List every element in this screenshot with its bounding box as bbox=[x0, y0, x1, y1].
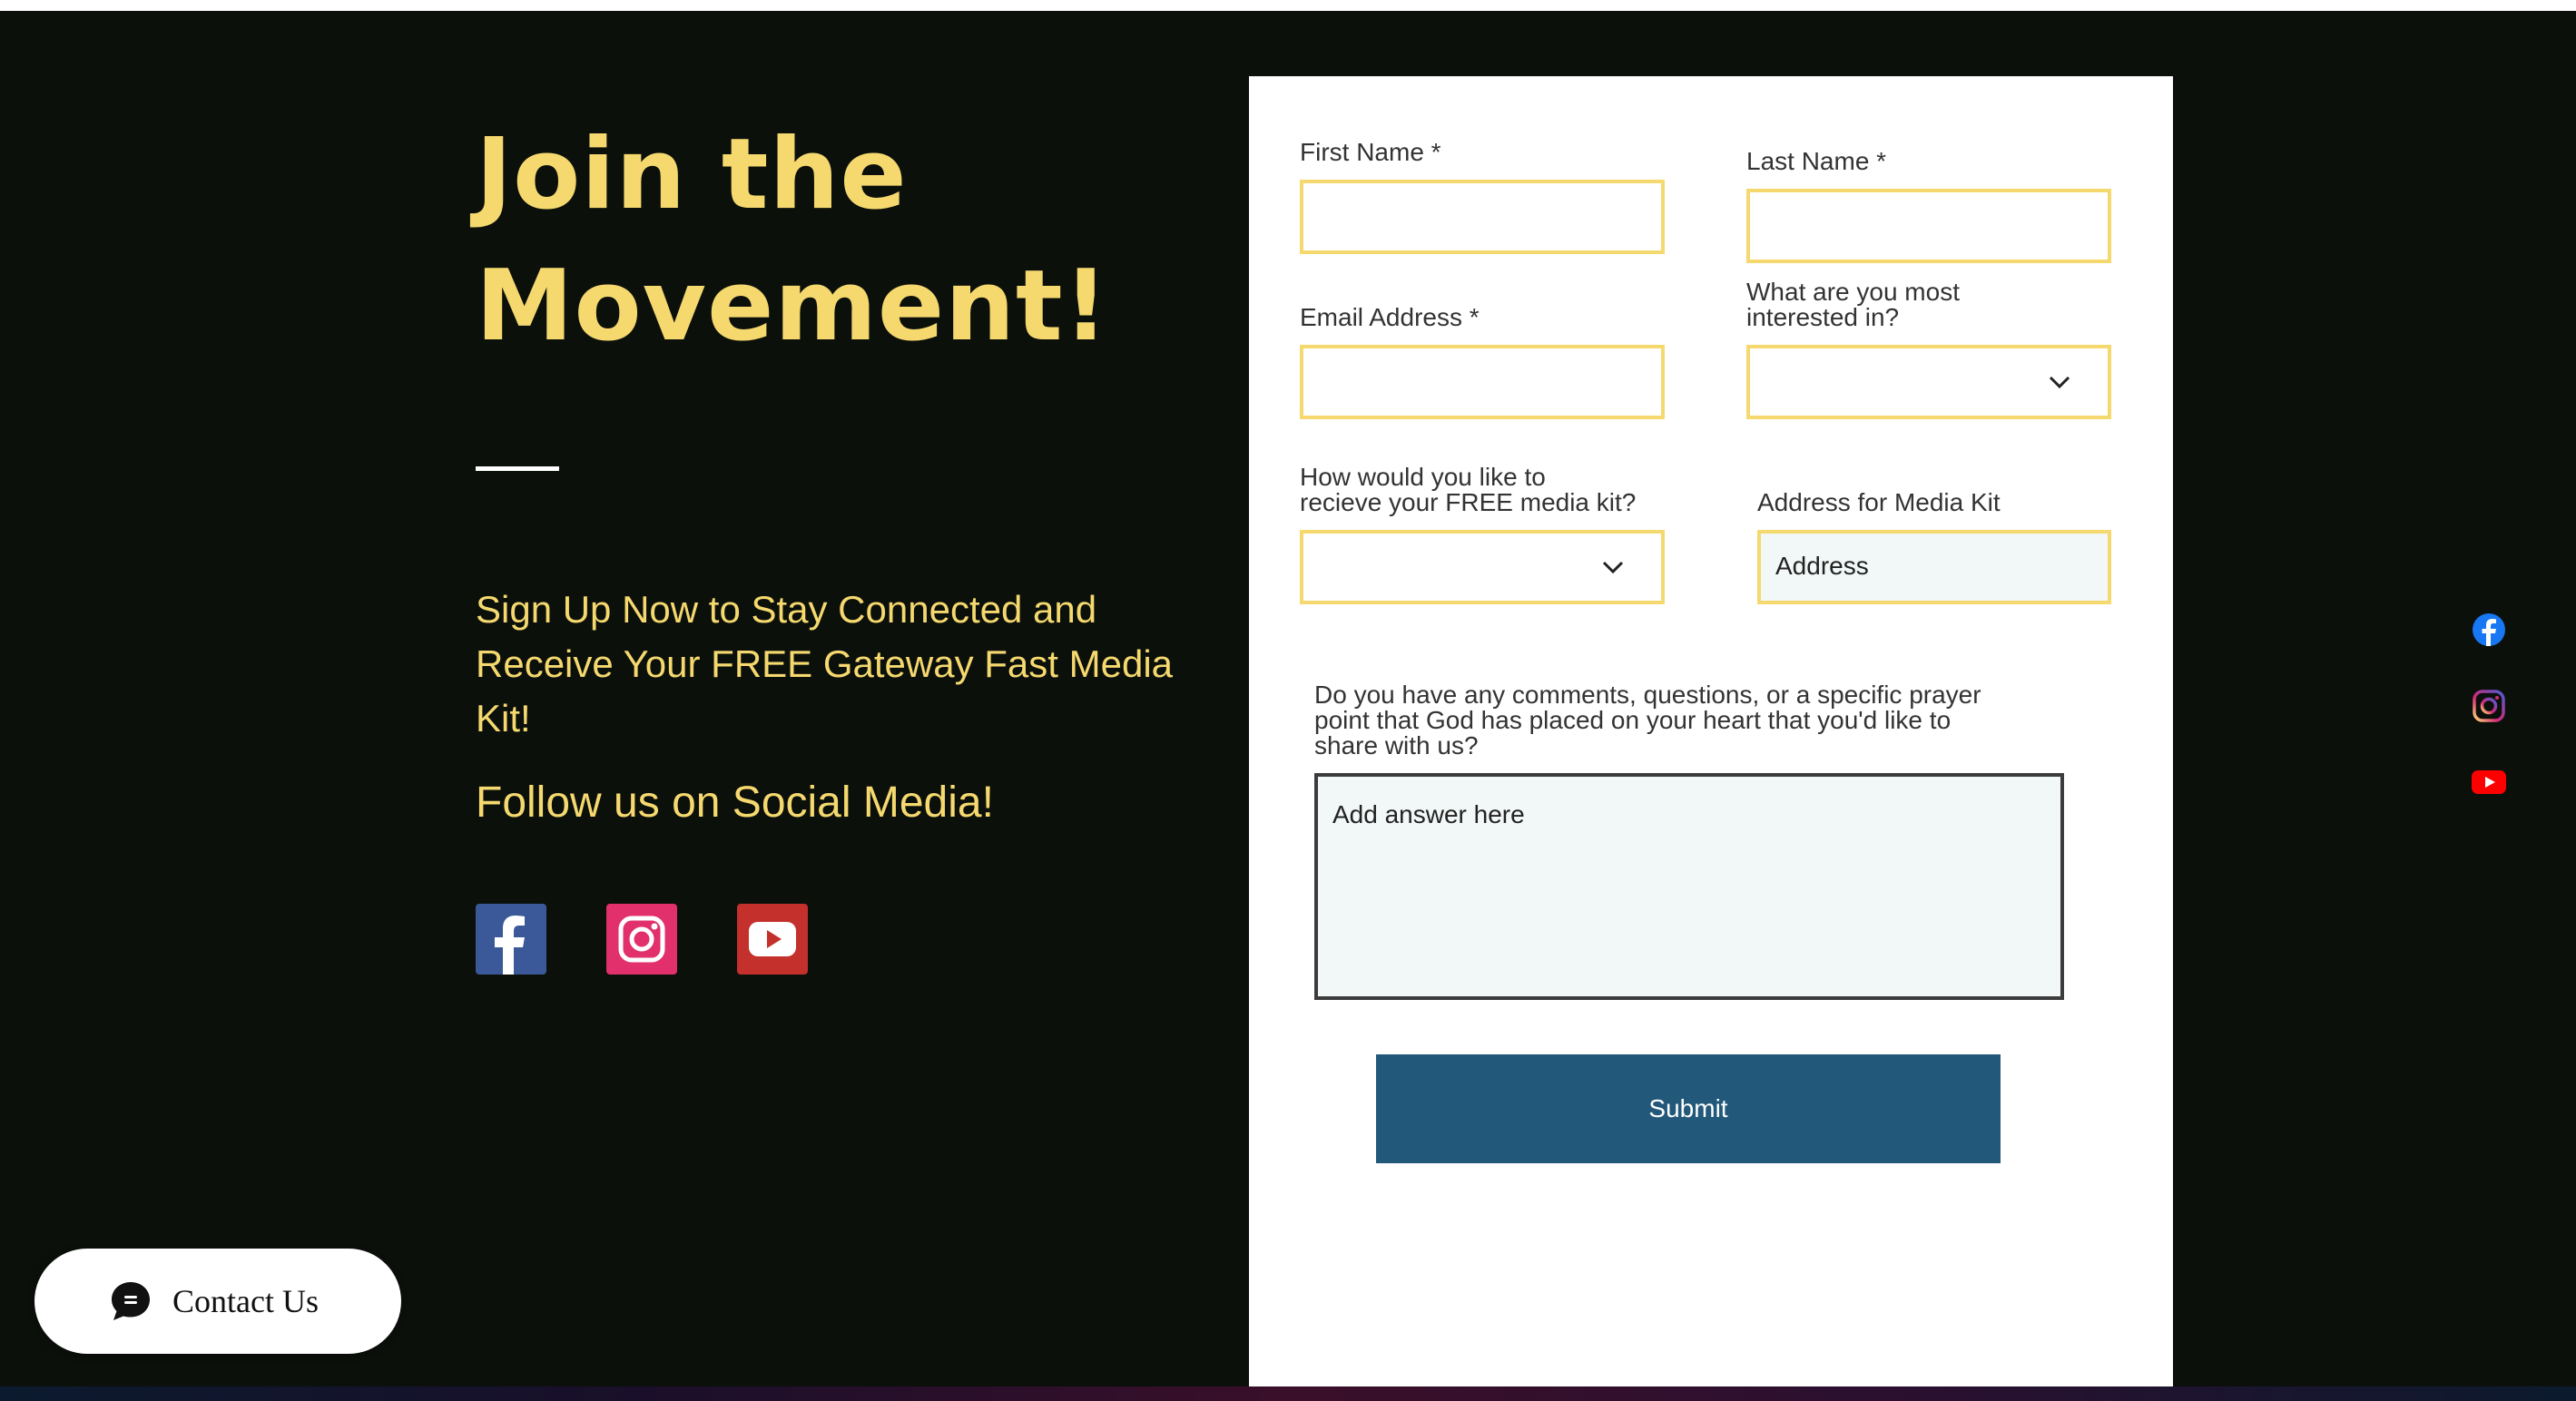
first-name-label: First Name * bbox=[1300, 138, 1441, 166]
delivery-label-line2: recieve your FREE media kit? bbox=[1300, 488, 1637, 516]
interest-label-line2: interested in? bbox=[1746, 303, 1900, 331]
youtube-icon[interactable] bbox=[2471, 764, 2507, 800]
signup-tagline: Sign Up Now to Stay Connected and Receiv… bbox=[476, 588, 1174, 740]
comments-label: Do you have any comments, questions, or … bbox=[1314, 682, 1981, 759]
youtube-icon[interactable] bbox=[737, 904, 808, 975]
title-divider bbox=[476, 466, 559, 471]
comments-placeholder: Add answer here bbox=[1332, 800, 1525, 828]
address-label: Address for Media Kit bbox=[1757, 488, 2001, 516]
facebook-icon[interactable] bbox=[476, 904, 546, 975]
browser-top-edge bbox=[0, 0, 2576, 11]
contact-us-chat-button[interactable]: Contact Us bbox=[34, 1249, 401, 1354]
first-name-field[interactable] bbox=[1300, 180, 1665, 254]
instagram-icon[interactable] bbox=[606, 904, 677, 975]
comments-label-line2: point that God has placed on your heart … bbox=[1314, 706, 1952, 734]
address-placeholder: Address bbox=[1775, 552, 1869, 580]
social-links bbox=[476, 904, 808, 975]
email-field[interactable] bbox=[1300, 345, 1665, 419]
facebook-icon[interactable] bbox=[2471, 612, 2507, 648]
submit-button[interactable]: Submit bbox=[1376, 1054, 2001, 1163]
title-line-1: Join the bbox=[476, 118, 908, 231]
last-name-label: Last Name * bbox=[1746, 147, 1887, 175]
delivery-dropdown[interactable] bbox=[1300, 530, 1665, 604]
delivery-label: How would you like to recieve your FREE … bbox=[1300, 465, 1636, 515]
signup-form: First Name * Last Name * Email Address *… bbox=[1249, 76, 2173, 1386]
address-field[interactable]: Address bbox=[1757, 530, 2111, 604]
title-line-2: Movement! bbox=[476, 250, 1109, 363]
comments-label-line1: Do you have any comments, questions, or … bbox=[1314, 681, 1981, 709]
chevron-down-icon bbox=[1602, 561, 1624, 574]
contact-us-label: Contact Us bbox=[172, 1283, 319, 1319]
interest-label-line1: What are you most bbox=[1746, 278, 1960, 306]
side-social-bar bbox=[2471, 612, 2507, 800]
chevron-down-icon bbox=[2049, 376, 2070, 389]
comments-label-line3: share with us? bbox=[1314, 731, 1479, 759]
follow-heading: Follow us on Social Media! bbox=[476, 779, 994, 827]
interest-label: What are you most interested in? bbox=[1746, 279, 1960, 330]
last-name-field[interactable] bbox=[1746, 189, 2111, 263]
hero-section: Join the Movement! Sign Up Now to Stay C… bbox=[476, 109, 1184, 975]
page-title: Join the Movement! bbox=[476, 109, 1184, 372]
email-label: Email Address * bbox=[1300, 303, 1480, 331]
delivery-label-line1: How would you like to bbox=[1300, 463, 1546, 491]
comments-textarea[interactable]: Add answer here bbox=[1314, 773, 2064, 1000]
instagram-icon[interactable] bbox=[2471, 688, 2507, 724]
interest-dropdown[interactable] bbox=[1746, 345, 2111, 419]
bottom-edge-strip bbox=[0, 1386, 2576, 1401]
chat-bubble-icon bbox=[112, 1282, 150, 1320]
